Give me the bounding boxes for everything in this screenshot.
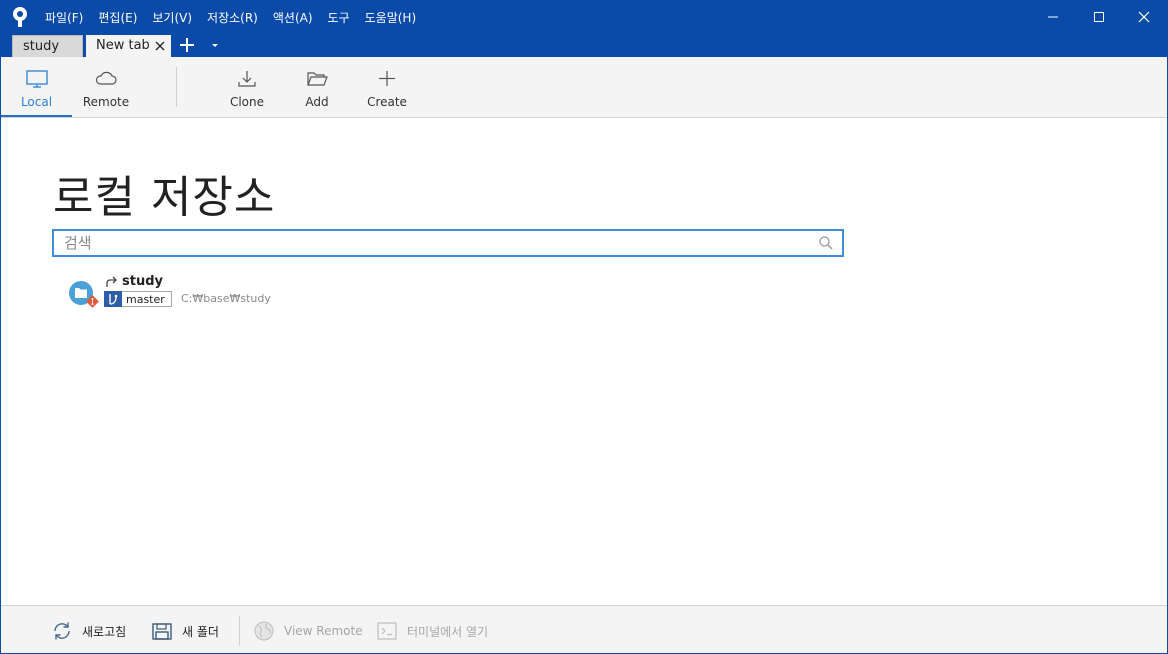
minimize-button[interactable] — [1030, 1, 1076, 33]
plus-icon — [379, 71, 395, 86]
new-folder-icon — [152, 623, 172, 640]
menu-actions[interactable]: 액션(A) — [273, 9, 313, 26]
close-window-button[interactable] — [1121, 1, 1167, 33]
repo-link-arrow-icon — [106, 276, 117, 287]
new-folder-label: 새 폴더 — [182, 624, 219, 639]
remote-label: Remote — [82, 95, 130, 109]
refresh-icon — [54, 622, 70, 640]
open-terminal-label: 터미널에서 열기 — [407, 624, 489, 639]
local-button[interactable]: Local — [1, 57, 72, 117]
tab-close-icon[interactable] — [153, 39, 167, 53]
tab-label: study — [23, 39, 60, 54]
menu-file[interactable]: 파일(F) — [45, 9, 83, 26]
page-title: 로컬 저장소 — [53, 172, 276, 223]
branch-badge: master — [104, 291, 172, 307]
new-folder-button[interactable]: 새 폴더 — [151, 620, 219, 642]
branch-icon — [104, 291, 122, 307]
menu-view[interactable]: 보기(V) — [152, 9, 192, 26]
bottom-bar-divider — [239, 616, 240, 646]
tab-dropdown-chevron-icon[interactable] — [208, 39, 222, 51]
tab-label: New tab — [96, 38, 150, 53]
toolbar-divider — [176, 67, 177, 107]
maximize-icon — [1094, 12, 1104, 22]
tab-bar: study New tab — [1, 33, 1167, 57]
download-icon — [238, 71, 256, 87]
add-button[interactable]: Add — [291, 57, 343, 117]
globe-icon — [254, 621, 274, 641]
refresh-button[interactable]: 새로고침 — [51, 620, 126, 642]
local-label: Local — [20, 95, 53, 109]
search-box — [52, 229, 844, 257]
close-icon — [1138, 11, 1150, 23]
create-button[interactable]: Create — [359, 57, 415, 117]
maximize-button[interactable] — [1076, 1, 1122, 33]
clone-label: Clone — [229, 95, 265, 109]
cloud-icon — [95, 71, 117, 85]
remote-button[interactable]: Remote — [72, 57, 140, 117]
view-remote-button[interactable]: View Remote — [253, 620, 363, 642]
tab-new-tab[interactable]: New tab — [86, 35, 171, 57]
open-terminal-button[interactable]: 터미널에서 열기 — [376, 620, 488, 642]
minimize-icon — [1048, 16, 1058, 18]
add-label: Add — [305, 95, 329, 109]
toolbar: Local Remote Clone Add Create — [1, 57, 1167, 118]
bottom-bar: 새로고침 새 폴더 View Remote 터미널에서 열기 — [1, 605, 1167, 653]
search-input[interactable] — [64, 233, 804, 253]
menu-help[interactable]: 도움말(H) — [365, 9, 417, 26]
menu-edit[interactable]: 편집(E) — [98, 9, 137, 26]
repository-list-item[interactable]: study master C:₩base₩study — [67, 273, 367, 309]
folder-open-icon — [307, 72, 328, 86]
clone-button[interactable]: Clone — [219, 57, 275, 117]
app-window: 파일(F) 편집(E) 보기(V) 저장소(R) 액션(A) 도구 도움말(H)… — [0, 0, 1168, 654]
refresh-label: 새로고침 — [82, 624, 127, 639]
view-remote-label: View Remote — [284, 624, 363, 638]
terminal-icon — [377, 622, 397, 640]
branch-name: master — [126, 293, 165, 306]
title-bar: 파일(F) 편집(E) 보기(V) 저장소(R) 액션(A) 도구 도움말(H) — [1, 1, 1167, 33]
monitor-icon — [25, 70, 48, 88]
menu-bar: 파일(F) 편집(E) 보기(V) 저장소(R) 액션(A) 도구 도움말(H) — [45, 1, 431, 33]
create-label: Create — [367, 95, 407, 109]
repo-name-row: study — [105, 273, 163, 290]
menu-repository[interactable]: 저장소(R) — [207, 9, 258, 26]
search-icon[interactable] — [818, 235, 834, 251]
tab-study[interactable]: study — [12, 35, 83, 57]
sourcetree-logo-icon — [13, 7, 27, 27]
new-tab-plus-icon[interactable] — [177, 36, 197, 54]
menu-tools[interactable]: 도구 — [328, 9, 350, 26]
repo-path: C:₩base₩study — [181, 292, 271, 305]
repo-name: study — [122, 274, 163, 289]
git-repository-icon — [69, 281, 99, 308]
